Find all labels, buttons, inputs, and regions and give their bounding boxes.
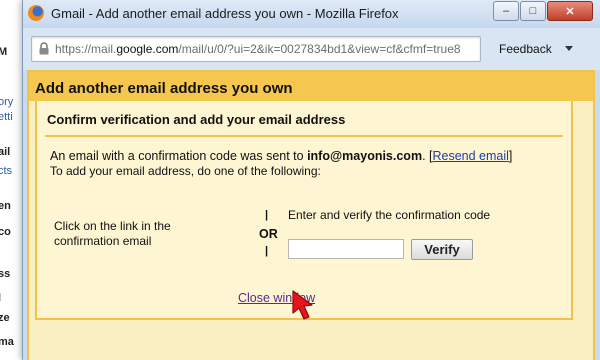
caret-down-icon[interactable] — [565, 46, 573, 51]
maximize-button[interactable]: □ — [520, 1, 546, 21]
bg-text: M — [0, 46, 8, 58]
bg-link[interactable]: etti — [0, 111, 13, 123]
bg-text: ail — [0, 146, 11, 158]
bg-text: ze — [0, 312, 10, 324]
confirmation-message: An email with a confirmation code was se… — [50, 149, 513, 163]
bg-text: ss — [0, 268, 11, 280]
or-divider-bottom: | — [265, 245, 269, 257]
verification-panel: Confirm verification and add your email … — [35, 101, 573, 320]
or-divider-top: | — [265, 209, 269, 221]
instruction-text: To add your email address, do one of the… — [50, 164, 321, 178]
url-bar[interactable]: https://mail.google.com/mail/u/0/?ui=2&i… — [31, 36, 481, 62]
confirmation-code-input[interactable] — [288, 239, 404, 259]
dialog-header: Add another email address you own — [29, 72, 593, 101]
lock-icon — [39, 42, 49, 55]
feedback-button[interactable]: Feedback — [499, 42, 552, 56]
email-address: info@mayonis.com — [307, 149, 423, 163]
bg-text: ma — [0, 336, 14, 348]
title-bar[interactable]: Gmail - Add another email address you ow… — [23, 0, 600, 28]
bg-link[interactable]: cts — [0, 165, 12, 177]
window-title: Gmail - Add another email address you ow… — [51, 6, 399, 21]
bg-text: co — [0, 226, 11, 238]
firefox-icon — [28, 5, 44, 21]
bg-link[interactable]: ory — [0, 96, 13, 108]
url-text[interactable]: https://mail.google.com/mail/u/0/?ui=2&i… — [55, 42, 475, 56]
minimize-button[interactable]: – — [493, 1, 519, 21]
navigation-bar: https://mail.google.com/mail/u/0/?ui=2&i… — [23, 28, 600, 70]
option-enter-code-text: Enter and verify the confirmation code — [288, 208, 491, 222]
resend-email-link[interactable]: Resend email — [432, 149, 508, 163]
or-label: OR — [259, 227, 278, 241]
close-window-button[interactable]: ✕ — [547, 1, 593, 21]
verify-button[interactable]: Verify — [411, 239, 473, 260]
bg-text: en — [0, 200, 11, 212]
divider — [45, 135, 563, 137]
dialog-title: Add another email address you own — [35, 80, 293, 97]
section-title: Confirm verification and add your email … — [47, 112, 346, 127]
option-click-link-text: Click on the link in the confirmation em… — [54, 219, 171, 248]
cursor-arrow-icon — [292, 290, 313, 320]
bg-text: l — [0, 292, 1, 304]
